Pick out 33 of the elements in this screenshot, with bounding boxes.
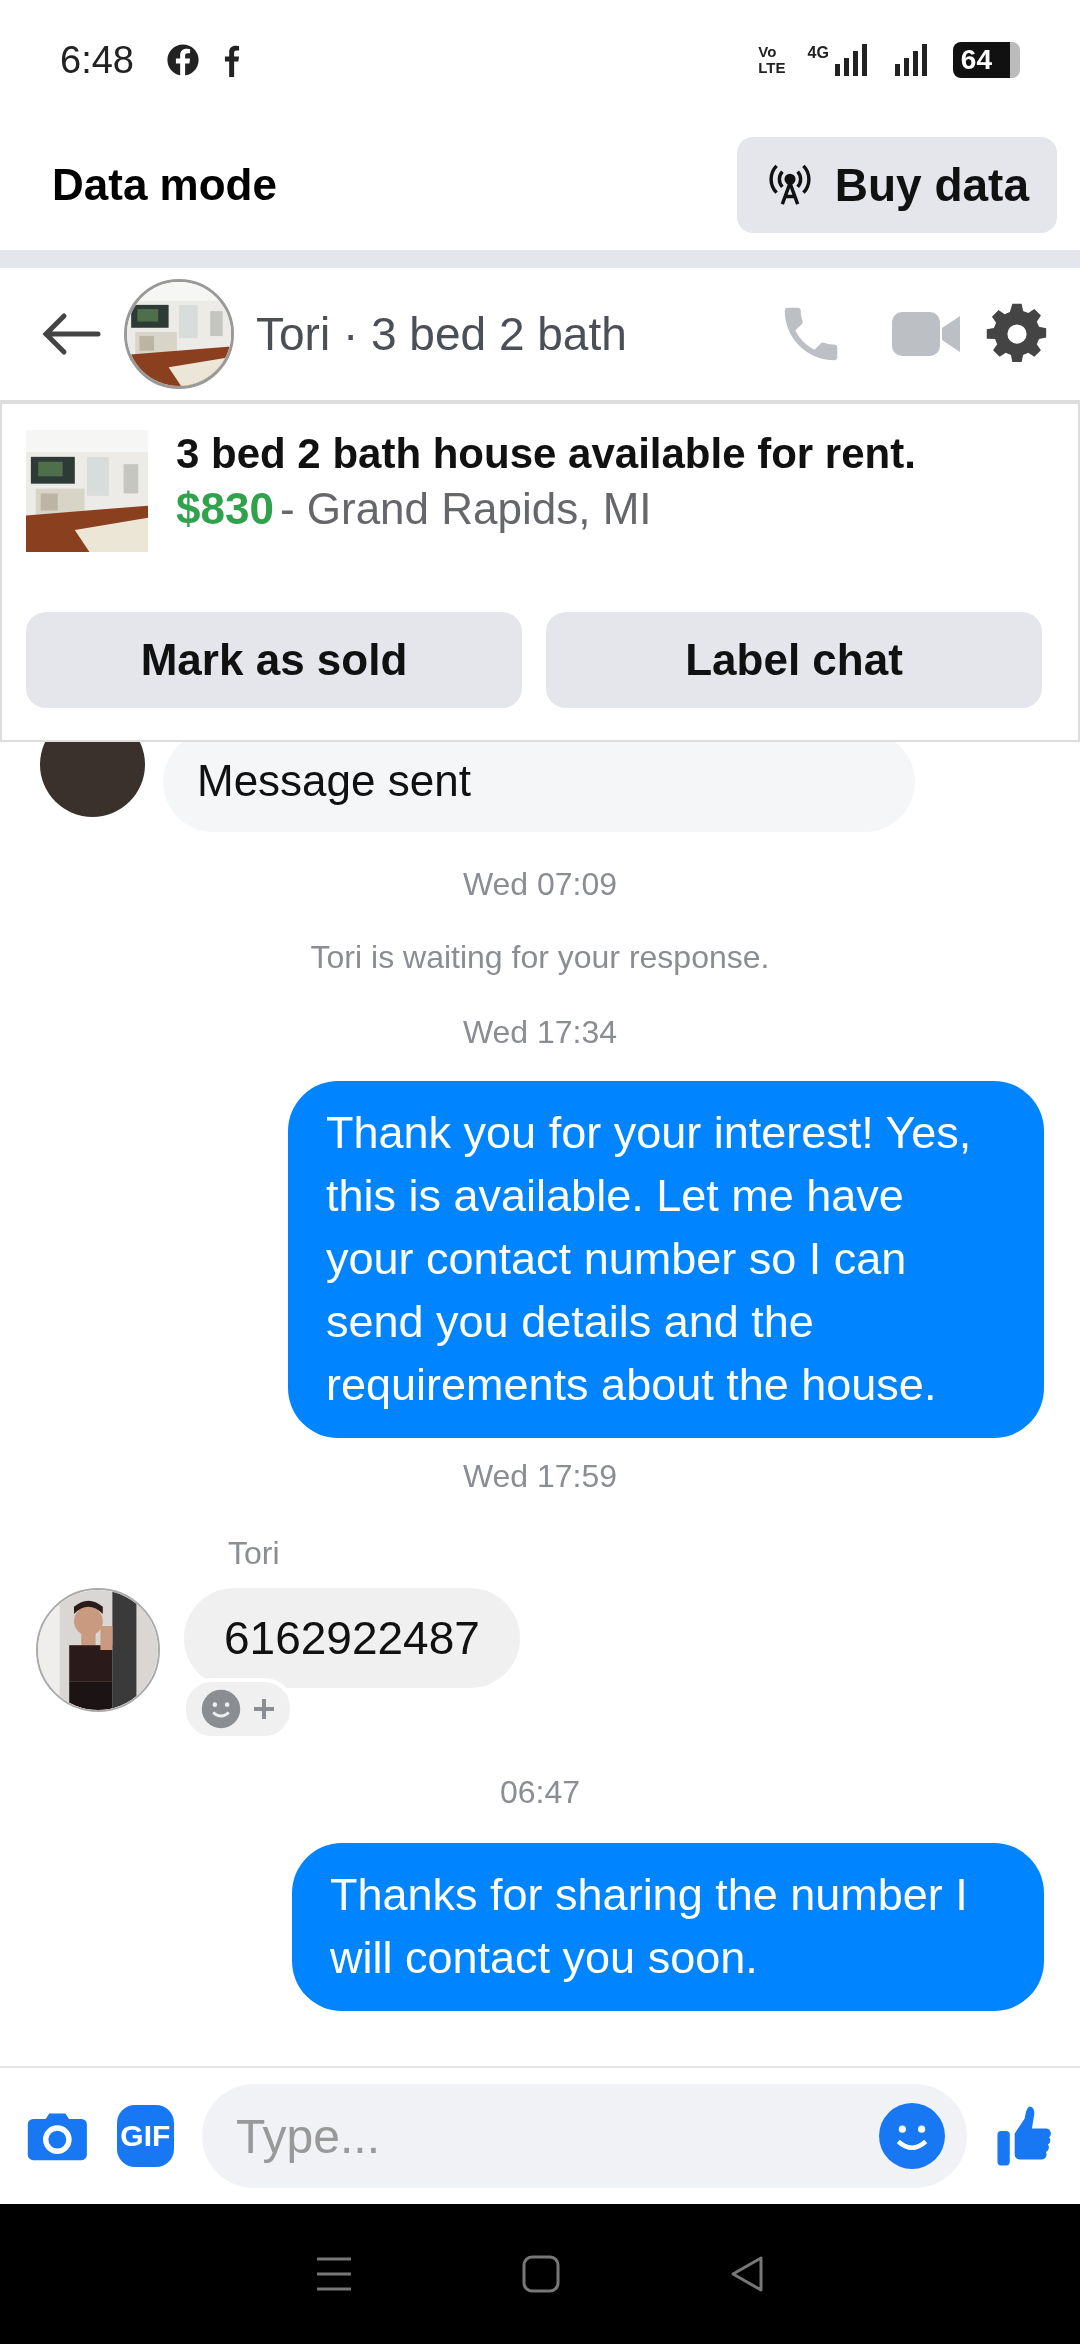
status-notice: Tori is waiting for your response. [310,939,770,976]
timestamp: Wed 07:09 [462,866,618,903]
listing-location: - Grand Rapids, MI [279,484,652,533]
back-arrow-icon[interactable] [40,310,102,358]
received-message-bubble: 6162922487 [184,1588,520,1688]
timestamp: Wed 17:34 [462,1014,618,1051]
facebook-icon [165,43,200,77]
clock: 6:48 [60,38,134,82]
plus-icon [252,1697,276,1721]
listing-price: $830 [176,484,274,533]
antenna-icon [766,162,813,208]
sender-name: Tori [228,1535,280,1572]
sent-message-bubble: Thanks for sharing the number I will contact you soon. [292,1843,1044,2011]
menu-icon[interactable] [314,2256,353,2292]
timestamp: Wed 17:59 [462,1458,618,1495]
network-label: 4G [807,44,829,62]
battery-indicator: 64 [952,42,1020,78]
emoji-icon[interactable] [878,2103,945,2169]
home-icon[interactable] [522,2255,560,2293]
data-mode-title: Data mode [52,160,277,210]
action-button[interactable]: Label chat [546,612,1042,708]
sent-message-bubble: Thank you for your interest! Yes, this is available. Let me have your contact number so I can send you details and the requirements about the house. [288,1081,1044,1438]
listing-title: 3 bed 2 bath house available for rent. [176,430,916,478]
volte-label: Vo LTE [758,44,786,76]
chat-title[interactable]: Tori · 3 bed 2 bath [256,307,627,361]
timestamp: 06:47 [499,1774,581,1811]
message-input[interactable]: Type... [201,2084,967,2188]
smiley-icon [200,1688,242,1730]
action-button[interactable]: Mark as sold [26,612,522,708]
back-icon[interactable] [729,2255,766,2293]
gif-button[interactable]: GIF [116,2105,174,2167]
buy-data-button[interactable]: Buy data [736,137,1057,233]
signal-icon [832,42,869,78]
